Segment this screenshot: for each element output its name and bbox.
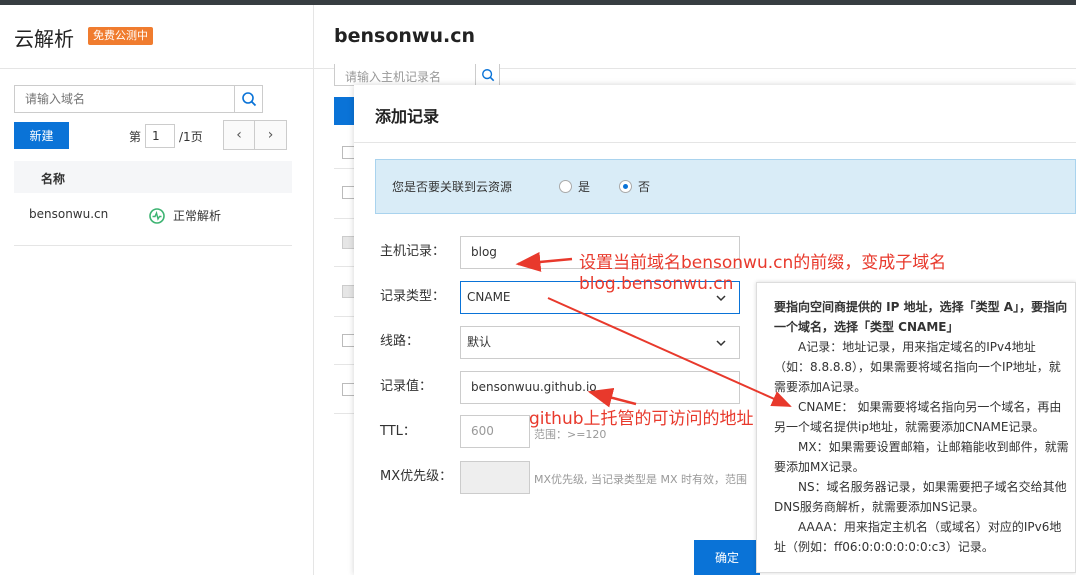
value-label: 记录值： bbox=[380, 379, 433, 394]
page-title: bensonwu.cn bbox=[334, 25, 475, 47]
chevron-down-icon bbox=[716, 340, 726, 347]
record-search: 请输入主机记录名 bbox=[334, 64, 500, 86]
pager-nav: ‹ › bbox=[223, 120, 287, 150]
prev-page-button[interactable]: ‹ bbox=[223, 120, 255, 150]
pagination: 第 1 /1页 bbox=[129, 124, 203, 148]
search-button[interactable] bbox=[234, 86, 262, 112]
annotation-subdomain: blog.bensonwu.cn bbox=[579, 274, 734, 294]
radio-yes-dot[interactable] bbox=[559, 180, 572, 193]
next-page-button[interactable]: › bbox=[255, 120, 287, 150]
app-title: 云解析 bbox=[14, 27, 74, 51]
domain-list-header: 名称 bbox=[14, 161, 292, 193]
record-type-value: CNAME bbox=[467, 290, 511, 304]
search-icon bbox=[241, 92, 256, 107]
line-select[interactable]: 默认 bbox=[460, 326, 740, 359]
domain-search bbox=[14, 85, 263, 113]
domain-search-input[interactable] bbox=[15, 86, 235, 112]
domain-row[interactable]: bensonwu.cn 正常解析 bbox=[14, 195, 292, 246]
chevron-right-icon: › bbox=[267, 127, 274, 143]
radio-yes-label: 是 bbox=[578, 180, 591, 194]
ttl-label: TTL： bbox=[380, 424, 416, 439]
dialog-divider bbox=[354, 142, 1076, 143]
annotation-prefix: 设置当前域名bensonwu.cn的前缀，变成子域名 bbox=[579, 253, 947, 273]
mx-label: MX优先级： bbox=[380, 469, 453, 484]
radio-no-dot[interactable] bbox=[619, 180, 632, 193]
line-label: 线路： bbox=[380, 334, 420, 349]
record-search-placeholder[interactable]: 请输入主机记录名 bbox=[345, 68, 441, 85]
radio-no[interactable]: 否 bbox=[619, 178, 650, 195]
tooltip-item-aaaa: AAAA：用来指定主机名（或域名）对应的IPv6地址（例如：ff06:0:0:0… bbox=[774, 520, 1062, 554]
dialog-title: 添加记录 bbox=[375, 107, 440, 126]
tooltip-item-mx: MX：如果需要设置邮箱，让邮箱能收到邮件，就需要添加MX记录。 bbox=[774, 440, 1069, 474]
mx-priority-input[interactable] bbox=[460, 461, 530, 494]
column-name: 名称 bbox=[41, 172, 66, 186]
radio-yes[interactable]: 是 bbox=[559, 178, 590, 195]
pager-suffix: /1页 bbox=[179, 129, 203, 144]
tooltip-item-ns: NS：域名服务器记录，如果需要把子域名交给其他DNS服务商解析，就需要添加NS记… bbox=[774, 480, 1067, 514]
tooltip-item-cname: CNAME： 如果需要将域名指向另一个域名，再由另一个域名提供ip地址，就需要添… bbox=[774, 400, 1062, 434]
cloud-resource-box: 您是否要关联到云资源 是 否 bbox=[375, 159, 1076, 214]
pager-prefix: 第 bbox=[129, 129, 142, 144]
record-search-button[interactable] bbox=[475, 64, 499, 85]
record-value-input[interactable]: bensonwuu.github.io bbox=[460, 371, 740, 404]
sidebar-header: 云解析 免费公测中 bbox=[0, 5, 313, 69]
beta-badge: 免费公测中 bbox=[88, 27, 153, 45]
ttl-input[interactable]: 600 bbox=[460, 415, 530, 448]
line-value: 默认 bbox=[467, 335, 492, 349]
chevron-left-icon: ‹ bbox=[236, 127, 242, 143]
domain-status: 正常解析 bbox=[149, 207, 221, 224]
host-label: 主机记录： bbox=[380, 244, 446, 259]
new-domain-button[interactable]: 新建 bbox=[14, 122, 69, 149]
status-ok-icon bbox=[149, 207, 165, 224]
mx-hint: MX优先级, 当记录类型是 MX 时有效，范围 bbox=[534, 473, 748, 486]
annotation-github: github上托管的可访问的地址 bbox=[529, 409, 754, 429]
cloud-resource-question: 您是否要关联到云资源 bbox=[392, 180, 513, 194]
type-label: 记录类型： bbox=[380, 289, 446, 304]
domain-name[interactable]: bensonwu.cn bbox=[29, 207, 108, 221]
page-number-input[interactable]: 1 bbox=[145, 124, 176, 148]
status-text: 正常解析 bbox=[173, 209, 222, 223]
tooltip-item-a: A记录：地址记录，用来指定域名的IPv4地址（如：8.8.8.8），如果需要将域… bbox=[774, 340, 1061, 394]
record-type-tooltip: 要指向空间商提供的 IP 地址，选择「类型 A」，要指向一个域名，选择「类型 C… bbox=[756, 282, 1076, 573]
radio-no-label: 否 bbox=[638, 180, 651, 194]
search-icon bbox=[481, 68, 494, 81]
confirm-button[interactable]: 确定 bbox=[694, 540, 760, 575]
tooltip-title: 要指向空间商提供的 IP 地址，选择「类型 A」，要指向一个域名，选择「类型 C… bbox=[774, 300, 1068, 334]
